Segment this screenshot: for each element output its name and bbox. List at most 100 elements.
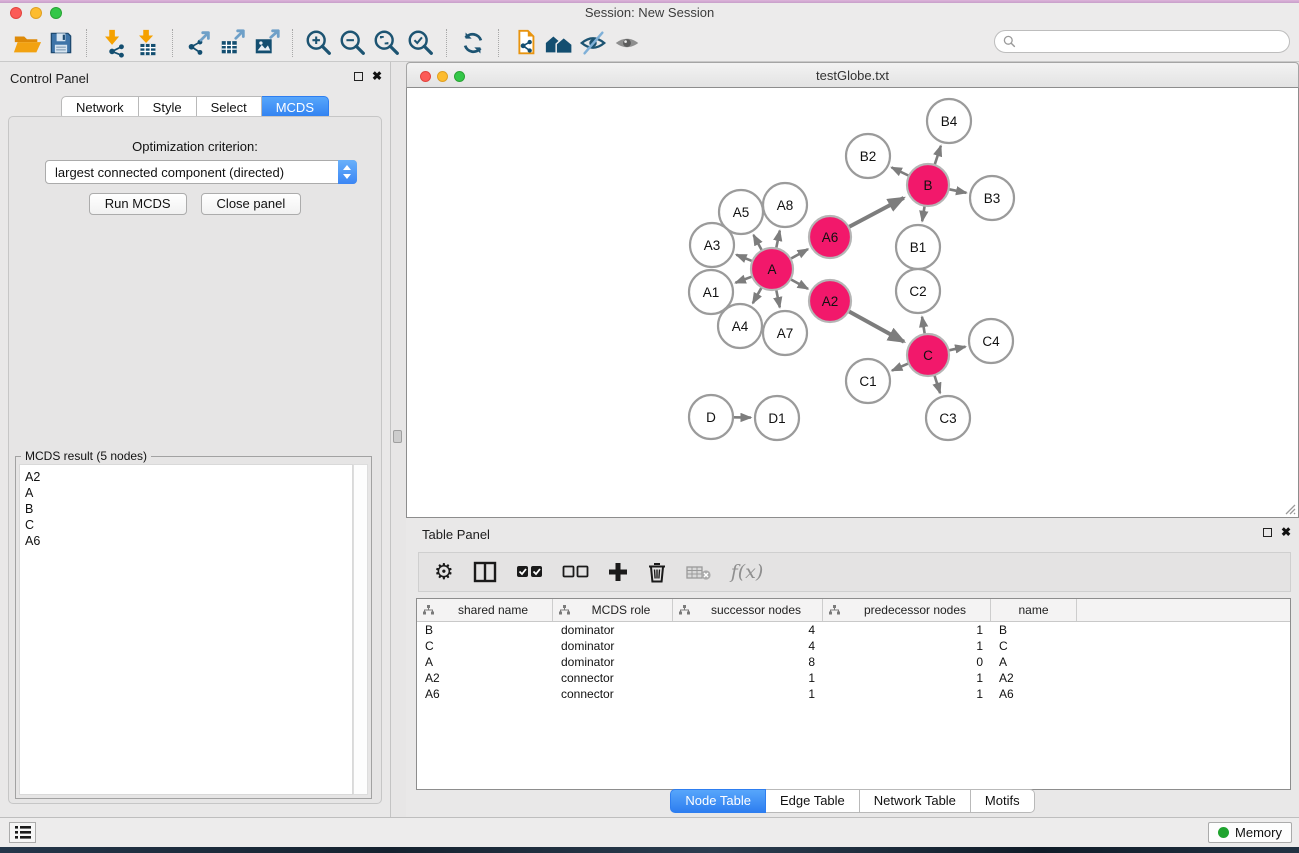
graph-node-C4[interactable]: C4 [969,319,1013,363]
edge-A-A1[interactable] [735,276,752,282]
mcds-result-list[interactable]: A2ABCA6 [19,464,353,795]
table-row[interactable]: A2connector11A2 [417,670,1290,686]
tab-edge-table[interactable]: Edge Table [766,789,860,813]
graph-node-A7[interactable]: A7 [763,311,807,355]
table-row[interactable]: Cdominator41C [417,638,1290,654]
edge-A-A7[interactable] [776,290,780,308]
new-network-from-selection-button[interactable] [508,27,542,59]
apply-layout-button[interactable] [456,27,490,59]
column-header-shared-name[interactable]: shared name [417,599,553,621]
edge-A-A6[interactable] [790,249,808,259]
export-network-button[interactable] [182,27,216,59]
column-header-predecessor-nodes[interactable]: predecessor nodes [823,599,991,621]
tab-motifs[interactable]: Motifs [971,789,1035,813]
result-item[interactable]: B [25,501,352,517]
edge-C-C3[interactable] [934,375,940,393]
import-table-button[interactable] [130,27,164,59]
search-input[interactable] [1021,32,1289,52]
add-column-button[interactable] [608,562,628,582]
result-item[interactable]: A [25,485,352,501]
edge-C-C2[interactable] [922,317,925,334]
splitter-grip[interactable] [393,430,402,443]
edge-C-C1[interactable] [892,363,909,370]
result-list-scrollbar[interactable] [353,464,368,795]
close-panel-button[interactable]: Close panel [201,193,302,215]
delete-table-button[interactable] [686,564,712,581]
edge-A-A4[interactable] [753,287,762,303]
export-table-button[interactable] [216,27,250,59]
export-image-button[interactable] [250,27,284,59]
delete-columns-button[interactable] [647,561,667,583]
zoom-in-button[interactable] [302,27,336,59]
edge-A2-C[interactable] [848,311,904,342]
graph-node-D[interactable]: D [689,395,733,439]
edge-A6-B[interactable] [849,198,904,227]
graph-node-B[interactable]: B [907,164,949,206]
open-session-button[interactable] [10,27,44,59]
resize-grip-icon[interactable] [1282,501,1296,515]
edge-B-B4[interactable] [935,146,941,165]
network-window-titlebar[interactable]: testGlobe.txt [406,62,1299,88]
graph-node-A3[interactable]: A3 [690,223,734,267]
graph-node-D1[interactable]: D1 [755,396,799,440]
close-panel-icon[interactable]: ✖ [1281,527,1291,538]
run-mcds-button[interactable]: Run MCDS [89,193,187,215]
graph-node-A2[interactable]: A2 [809,280,851,322]
edge-A-A2[interactable] [790,279,808,289]
tab-network-table[interactable]: Network Table [860,789,971,813]
edge-A-A8[interactable] [776,231,780,249]
memory-button[interactable]: Memory [1208,822,1292,843]
graph-node-B3[interactable]: B3 [970,176,1014,220]
column-header-successor-nodes[interactable]: successor nodes [673,599,823,621]
graph-node-B1[interactable]: B1 [896,225,940,269]
edge-B-B3[interactable] [949,189,967,193]
edge-A-A3[interactable] [736,255,752,261]
edge-C-C4[interactable] [948,347,965,351]
graph-node-C3[interactable]: C3 [926,396,970,440]
graph-node-B2[interactable]: B2 [846,134,890,178]
graph-node-C2[interactable]: C2 [896,269,940,313]
column-settings-button[interactable]: ⚙ [434,561,454,583]
zoom-fit-button[interactable] [370,27,404,59]
edge-B-B1[interactable] [922,206,924,221]
graph-node-B4[interactable]: B4 [927,99,971,143]
optimization-criterion-select[interactable]: largest connected component (directed) [45,160,357,184]
tab-node-table[interactable]: Node Table [670,789,766,813]
split-view-button[interactable] [473,561,497,583]
zoom-selected-button[interactable] [404,27,438,59]
table-row[interactable]: Bdominator41B [417,622,1290,638]
search-field[interactable] [994,30,1290,53]
result-item[interactable]: A6 [25,533,352,549]
split-columns-icon [473,561,497,583]
network-canvas[interactable]: B4B2BB3A8A5A6A3B1AA1C2A2A4A7C4CC1C3DD1 [406,88,1299,518]
table-row[interactable]: Adominator80A [417,654,1290,670]
function-builder-button[interactable]: f(x) [731,561,764,583]
import-network-button[interactable] [96,27,130,59]
graph-node-A6[interactable]: A6 [809,216,851,258]
hide-selected-button[interactable] [576,27,610,59]
close-panel-icon[interactable]: ✖ [372,71,382,82]
float-panel-icon[interactable] [1263,528,1272,537]
column-header-mcds-role[interactable]: MCDS role [553,599,673,621]
graph-node-A8[interactable]: A8 [763,183,807,227]
table-row[interactable]: A6connector11A6 [417,686,1290,702]
show-all-button[interactable] [610,27,644,59]
graph-node-C[interactable]: C [907,334,949,376]
task-history-button[interactable] [9,822,36,843]
deselect-all-columns-button[interactable] [562,565,589,579]
float-panel-icon[interactable] [354,72,363,81]
column-header-name[interactable]: name [991,599,1077,621]
zoom-out-button[interactable] [336,27,370,59]
edge-A-A5[interactable] [753,235,761,251]
edge-B-B2[interactable] [892,167,910,175]
graph-node-A[interactable]: A [751,248,793,290]
graph-node-A4[interactable]: A4 [718,304,762,348]
network-graph[interactable]: B4B2BB3A8A5A6A3B1AA1C2A2A4A7C4CC1C3DD1 [407,88,1298,517]
first-neighbors-button[interactable] [542,27,576,59]
result-item[interactable]: C [25,517,352,533]
select-all-columns-button[interactable] [516,565,543,579]
result-item[interactable]: A2 [25,469,352,485]
control-panel: Control Panel ✖ NetworkStyleSelectMCDS O… [0,62,391,817]
save-session-button[interactable] [44,27,78,59]
graph-node-C1[interactable]: C1 [846,359,890,403]
